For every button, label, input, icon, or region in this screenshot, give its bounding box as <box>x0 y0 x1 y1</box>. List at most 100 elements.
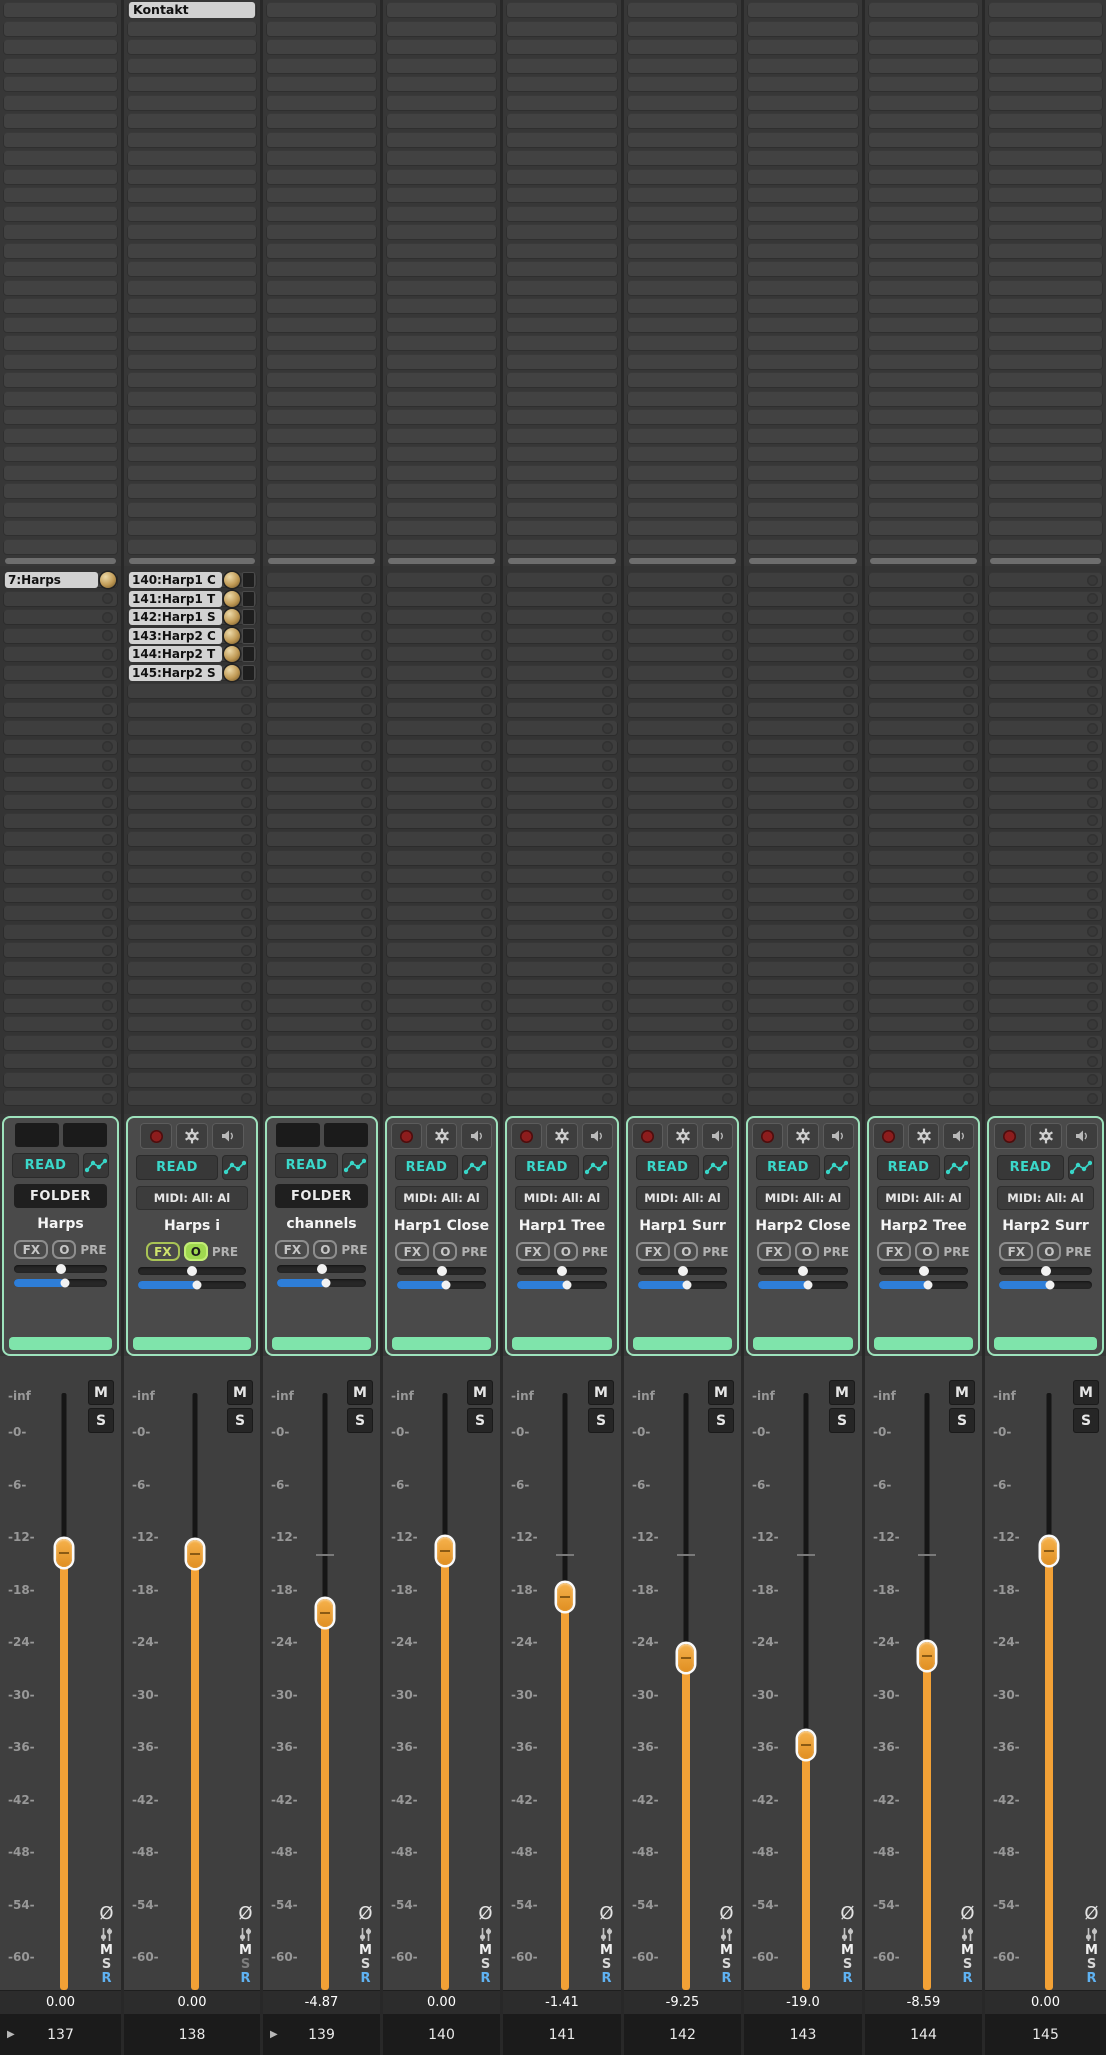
fx-insert-slot[interactable] <box>747 316 859 333</box>
fx-insert-slot[interactable] <box>127 113 257 129</box>
send-slot[interactable] <box>386 997 497 1014</box>
fx-insert-slot[interactable] <box>386 316 497 333</box>
volume-fader-handle[interactable] <box>557 1582 573 1611</box>
fx-insert-slot[interactable] <box>506 483 618 499</box>
fx-insert-slot[interactable] <box>386 464 497 481</box>
send-slot[interactable] <box>266 1016 377 1032</box>
fx-insert-slot[interactable] <box>506 279 618 296</box>
fx-insert-slot[interactable] <box>506 298 618 314</box>
automation-nodes-icon[interactable] <box>222 1155 248 1180</box>
send-slot[interactable] <box>988 609 1103 625</box>
bottom-r-button[interactable]: R <box>721 1972 731 1986</box>
send-slot[interactable] <box>506 960 618 977</box>
monitor-button[interactable] <box>1065 1123 1098 1149</box>
fx-insert-slot[interactable] <box>266 187 377 203</box>
send-slot[interactable] <box>627 664 738 681</box>
send-slot[interactable] <box>506 775 618 792</box>
fx-insert-slot[interactable] <box>868 501 979 518</box>
width-slider[interactable] <box>517 1280 607 1290</box>
send-slot[interactable] <box>266 1090 377 1106</box>
send-mute-button[interactable] <box>242 627 255 644</box>
fx-insert-slot[interactable] <box>988 2 1103 18</box>
fx-insert-slot[interactable] <box>127 501 257 518</box>
send-slot[interactable] <box>127 997 257 1014</box>
divider-handle[interactable] <box>268 558 375 564</box>
fx-insert-slot[interactable] <box>266 427 377 444</box>
fx-insert-slot[interactable] <box>868 279 979 296</box>
send-slot[interactable] <box>747 942 859 958</box>
send-slot[interactable] <box>266 664 377 681</box>
fx-insert-slot[interactable] <box>627 390 738 407</box>
fx-insert-slot[interactable] <box>506 131 618 148</box>
fx-insert-slot[interactable] <box>386 446 497 462</box>
fx-insert-slot[interactable] <box>747 150 859 166</box>
fx-insert-slot[interactable] <box>627 316 738 333</box>
fx-insert-slot[interactable] <box>506 427 618 444</box>
track-number-cell[interactable]: ▶ 141 <box>503 2014 621 2055</box>
fx-insert-slot[interactable] <box>506 76 618 92</box>
send-slot[interactable] <box>127 868 257 884</box>
send-slot[interactable] <box>3 812 118 829</box>
fx-insert-slot[interactable] <box>506 150 618 166</box>
fx-insert-slot[interactable] <box>3 187 118 203</box>
volume-value[interactable]: 0.00 <box>985 1990 1106 2014</box>
fx-insert-slot[interactable] <box>627 261 738 277</box>
send-slot[interactable] <box>386 942 497 958</box>
fx-insert-slot[interactable] <box>3 261 118 277</box>
volume-fader-handle[interactable] <box>316 1599 333 1628</box>
volume-fader-handle[interactable] <box>677 1644 694 1673</box>
fx-insert-slot[interactable] <box>747 20 859 37</box>
fx-insert-slot[interactable] <box>988 224 1103 240</box>
fx-insert-slot[interactable] <box>627 94 738 111</box>
solo-button[interactable]: S <box>708 1408 734 1433</box>
send-slot[interactable] <box>3 868 118 884</box>
send-slot[interactable]: 143:Harp2 C <box>127 627 257 644</box>
send-slot[interactable] <box>266 1034 377 1051</box>
fx-insert-slot[interactable] <box>3 242 118 259</box>
send-slot[interactable] <box>988 1071 1103 1088</box>
solo-button[interactable]: S <box>88 1408 114 1433</box>
fx-insert-slot[interactable] <box>386 372 497 388</box>
track-number-cell[interactable]: ▶ 145 <box>985 2014 1106 2055</box>
automation-nodes-icon[interactable] <box>342 1153 368 1178</box>
fx-insert-slot[interactable] <box>3 2 118 18</box>
send-slot[interactable] <box>266 886 377 903</box>
fx-insert-slot[interactable] <box>988 187 1103 203</box>
fx-insert-slot[interactable] <box>386 298 497 314</box>
fx-insert-slot[interactable] <box>506 335 618 351</box>
send-name[interactable]: 143:Harp2 C <box>129 627 222 644</box>
width-slider[interactable] <box>758 1280 848 1290</box>
fx-insert-slot[interactable] <box>747 113 859 129</box>
send-slot[interactable] <box>266 905 377 921</box>
fx-insert-slot[interactable] <box>627 39 738 55</box>
fx-insert-slot[interactable] <box>627 150 738 166</box>
fx-insert-slot[interactable] <box>127 538 257 555</box>
fx-insert-slot[interactable] <box>266 446 377 462</box>
bottom-m-button[interactable]: M <box>961 1944 974 1958</box>
fx-insert-slot[interactable] <box>627 353 738 370</box>
fx-insert-slot[interactable] <box>988 538 1103 555</box>
automation-nodes-icon[interactable] <box>944 1155 970 1180</box>
fx-insert-slot[interactable] <box>127 298 257 314</box>
send-slot[interactable] <box>3 590 118 607</box>
fx-insert-slot[interactable] <box>506 261 618 277</box>
send-slot[interactable] <box>266 923 377 940</box>
send-slot[interactable] <box>747 627 859 644</box>
volume-fader-handle[interactable] <box>1040 1536 1057 1565</box>
fx-insert-slot[interactable] <box>266 261 377 277</box>
folder-collapse-arrow[interactable]: ▶ <box>7 2029 15 2040</box>
send-slot[interactable] <box>627 831 738 847</box>
send-name[interactable]: 7:Harps <box>5 572 98 588</box>
fx-insert-slot[interactable] <box>386 20 497 37</box>
track-number-cell[interactable]: ▶ 142 <box>624 2014 741 2055</box>
automation-mode-button[interactable]: READ <box>12 1153 79 1178</box>
volume-fader-handle[interactable] <box>798 1730 814 1759</box>
fx-insert-slot[interactable] <box>988 131 1103 148</box>
bottom-r-button[interactable]: R <box>360 1972 370 1986</box>
fx-insert-slot[interactable] <box>506 409 618 425</box>
send-name[interactable]: 144:Harp2 T <box>129 646 222 662</box>
fx-insert-slot[interactable] <box>506 94 618 111</box>
send-slot[interactable] <box>868 886 979 903</box>
send-slot[interactable] <box>868 905 979 921</box>
fx-insert-slot[interactable] <box>627 205 738 222</box>
